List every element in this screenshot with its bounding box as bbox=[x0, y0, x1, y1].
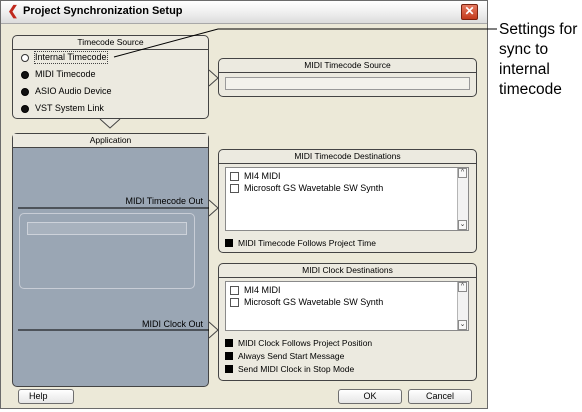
source-down-arrow bbox=[99, 118, 121, 129]
clock-out-arrow bbox=[208, 321, 219, 339]
mtc-out-arrow bbox=[208, 199, 219, 217]
callout-line bbox=[113, 28, 497, 58]
cancel-button[interactable]: Cancel bbox=[408, 389, 472, 404]
annotation-callout: Settings for sync to internal timecode bbox=[499, 21, 578, 98]
help-button[interactable]: Help bbox=[18, 389, 74, 404]
source-right-arrow bbox=[208, 69, 219, 87]
ok-button[interactable]: OK bbox=[338, 389, 402, 404]
routing-connectors bbox=[18, 28, 497, 339]
